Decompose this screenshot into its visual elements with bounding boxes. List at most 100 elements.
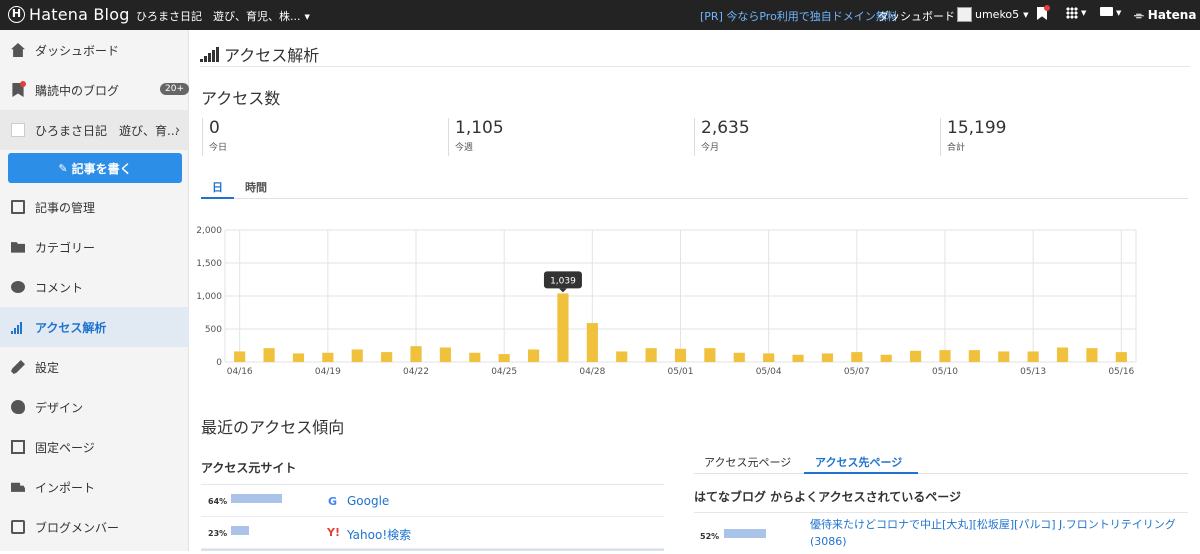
- hatena-blog-logo[interactable]: H Hatena Blog: [8, 5, 130, 24]
- members-icon: [11, 520, 25, 534]
- stat-label: 合計: [947, 143, 966, 153]
- home-icon: [11, 43, 25, 57]
- apps-grid-icon[interactable]: [1066, 7, 1078, 19]
- chart-bar: [351, 349, 363, 362]
- sidebar-item-label: アクセス解析: [35, 320, 107, 335]
- google-icon: G: [328, 495, 338, 508]
- write-article-button[interactable]: ✎ 記事を書く: [8, 153, 182, 183]
- period-tabs: 日 時間: [201, 177, 1188, 199]
- access-bar-chart: 0 500 1,000 1,500 2,000 04/16 04/19 04/22 04/25 0…: [196, 226, 1137, 377]
- divider: [694, 512, 1188, 513]
- wrench-icon: [11, 360, 25, 374]
- sidebar-item-dashboard[interactable]: ダッシュボード: [0, 30, 189, 70]
- tooltip-label: 1,039: [550, 276, 576, 286]
- chart-bar: [1115, 352, 1127, 362]
- caret-down-icon: ▼: [1081, 9, 1087, 17]
- sidebar-item-label: カテゴリー: [35, 240, 96, 255]
- y-tick-label: 1,500: [196, 259, 222, 269]
- sidebar-item-label: 購読中のブログ: [35, 83, 120, 98]
- recent-trend-heading: 最近のアクセス傾向: [201, 418, 345, 437]
- stat-value: 2,635: [701, 118, 750, 138]
- tab-day[interactable]: 日: [212, 179, 223, 195]
- sidebar-item-label: 記事の管理: [35, 200, 96, 215]
- sidebar-item-access-analysis[interactable]: アクセス解析: [0, 307, 189, 347]
- caret-down-icon: ▼: [304, 13, 310, 21]
- active-tab-indicator: [201, 197, 234, 199]
- promo-link[interactable]: [PR] 今ならPro利用で独自ドメイン無料: [700, 8, 898, 24]
- hatena-brand-link[interactable]: ⌯ Hatena: [1134, 8, 1196, 23]
- sidebar-item-comments[interactable]: コメント: [0, 267, 189, 307]
- chart-bar: [763, 353, 775, 362]
- chart-bar: [234, 351, 246, 362]
- stat-total: 15,199 合計: [940, 118, 1006, 156]
- sidebar-item-design[interactable]: デザイン: [0, 387, 189, 427]
- tooltip-arrow: [558, 288, 567, 293]
- stat-label: 今月: [701, 143, 720, 153]
- destination-page-link[interactable]: 優待来たけどコロナで中止[大丸][松坂屋][パルコ] J.フロントリテイリング(…: [810, 516, 1180, 550]
- stat-value: 15,199: [947, 118, 1007, 138]
- count-badge: 20+: [160, 83, 189, 95]
- y-tick-label: 0: [216, 358, 222, 368]
- sidebar-item-static-pages[interactable]: 固定ページ: [0, 427, 189, 467]
- sidebar-item-label: デザイン: [35, 400, 84, 415]
- sidebar-item-label: ブログメンバー: [35, 520, 120, 535]
- chart-bar: [527, 349, 540, 362]
- tab-referrer-pages[interactable]: アクセス元ページ: [704, 454, 791, 470]
- stat-today: 0 今日: [202, 118, 227, 156]
- stat-value: 0: [209, 118, 220, 138]
- username: umeko5: [975, 8, 1020, 21]
- share-bar: [231, 526, 249, 535]
- stat-label: 今週: [455, 143, 474, 153]
- chart-bar: [498, 354, 510, 362]
- stat-month: 2,635 今月: [694, 118, 750, 156]
- chart-bar: [410, 346, 422, 362]
- sidebar-item-label: ひろまさ日記 遊び、育...: [35, 123, 179, 138]
- referrer-link-yahoo[interactable]: Yahoo!検索: [347, 526, 411, 543]
- tab-destination-pages[interactable]: アクセス先ページ: [815, 454, 902, 470]
- sidebar-item-category[interactable]: カテゴリー: [0, 227, 189, 267]
- y-tick-label: 2,000: [196, 226, 222, 236]
- x-tick-label: 04/28: [579, 367, 605, 377]
- sidebar-item-label: インポート: [35, 480, 96, 495]
- bar-chart-icon: [200, 46, 219, 62]
- list-item: 64% G Google: [201, 485, 664, 517]
- top-navigation-bar: H Hatena Blog ひろまさ日記 遊び、育児、株... ▼ [PR] 今な…: [0, 0, 1200, 30]
- tab-hour[interactable]: 時間: [245, 179, 267, 195]
- bookmark-icon: [11, 81, 26, 97]
- sidebar-item-blog[interactable]: ひろまさ日記 遊び、育... ›: [0, 110, 189, 150]
- sidebar-item-settings[interactable]: 設定: [0, 347, 189, 387]
- chart-bar: [821, 353, 834, 362]
- x-tick-label: 05/01: [668, 367, 694, 377]
- user-menu[interactable]: umeko5 ▼: [957, 7, 1029, 22]
- sidebar-item-blog-members[interactable]: ブログメンバー: [0, 507, 189, 547]
- chart-bar: [381, 352, 393, 362]
- notification-dot-icon: [1044, 5, 1050, 11]
- access-count-heading: アクセス数: [201, 89, 281, 108]
- blog-selector-label: ひろまさ日記 遊び、育児、株...: [136, 10, 301, 23]
- chat-bubble-icon[interactable]: [1100, 7, 1113, 16]
- y-tick-label: 500: [205, 325, 222, 335]
- chart-bar: [851, 352, 863, 362]
- hatena-brand-text: Hatena: [1147, 8, 1197, 22]
- chart-bar: [1056, 347, 1069, 362]
- sidebar-item-import[interactable]: インポート: [0, 467, 189, 507]
- chart-bar: [880, 354, 892, 362]
- chart-bar: [792, 354, 804, 362]
- hatena-logo-icon: H: [8, 6, 25, 23]
- x-tick-label: 04/22: [403, 367, 429, 377]
- page-icon: [11, 440, 25, 454]
- blog-selector[interactable]: ひろまさ日記 遊び、育児、株... ▼: [136, 8, 310, 24]
- folder-icon: [11, 242, 25, 253]
- chart-bar: [586, 323, 598, 362]
- chart-bar: [939, 350, 951, 362]
- sidebar-item-subscriptions[interactable]: 購読中のブログ 20+: [0, 70, 189, 110]
- sidebar-item-manage-articles[interactable]: 記事の管理: [0, 187, 189, 227]
- stat-label: 今日: [209, 143, 228, 153]
- y-tick-label: 1,000: [196, 292, 222, 302]
- x-tick-label: 05/13: [1020, 367, 1046, 377]
- bar-chart-icon: [11, 320, 25, 334]
- chart-bar: [1086, 348, 1098, 362]
- x-tick-label: 05/07: [844, 367, 870, 377]
- dashboard-link[interactable]: ダッシュボード: [878, 8, 955, 24]
- referrer-link-google[interactable]: Google: [347, 494, 389, 508]
